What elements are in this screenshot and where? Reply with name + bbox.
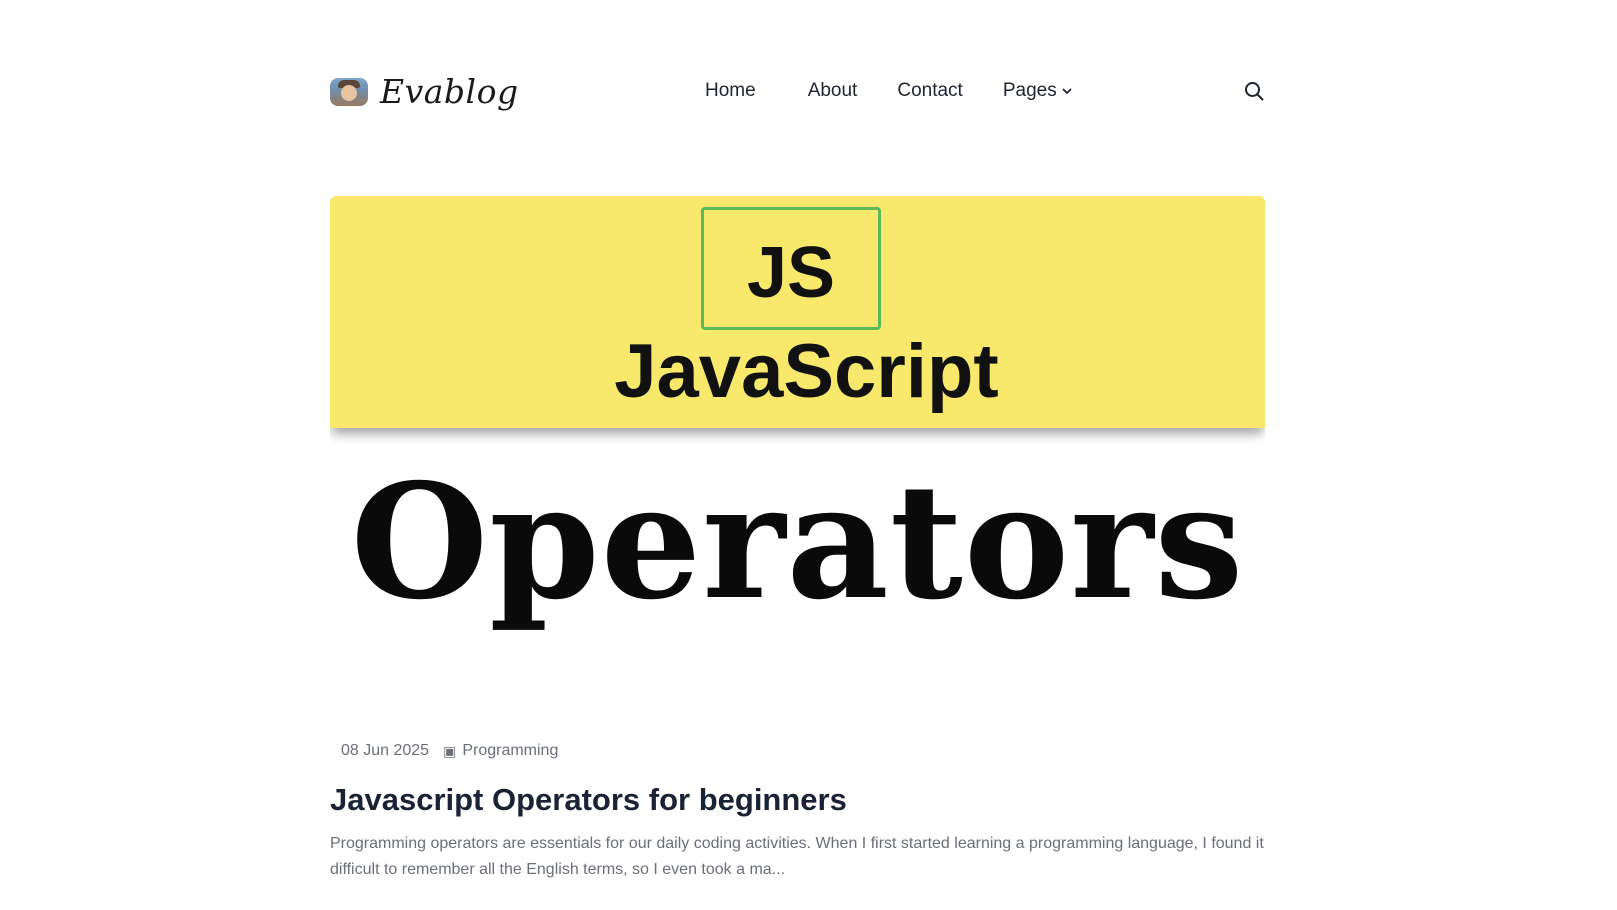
chevron-down-icon bbox=[1062, 88, 1072, 94]
post-title[interactable]: Javascript Operators for beginners bbox=[330, 782, 847, 818]
js-badge-text: JS bbox=[746, 232, 836, 313]
hero-banner: JS JavaScript bbox=[330, 196, 1265, 428]
post-meta: 08 Jun 2025 ▣ Programming bbox=[341, 742, 558, 760]
nav-item-home[interactable]: Home bbox=[705, 80, 756, 102]
search-icon[interactable] bbox=[1243, 80, 1265, 102]
hero-title-operators: Operators bbox=[350, 450, 1245, 635]
post-excerpt: Programming operators are essentials for… bbox=[330, 835, 1264, 878]
nav-item-pages[interactable]: Pages bbox=[1003, 80, 1073, 102]
folder-icon: ▣ bbox=[443, 742, 457, 759]
js-badge: JS bbox=[701, 207, 881, 330]
site-name: Evablog bbox=[380, 72, 519, 111]
page: Evablog Home About Contact Pages JS Java… bbox=[0, 0, 1617, 910]
avatar-logo-icon bbox=[330, 77, 368, 106]
nav-item-pages-label: Pages bbox=[1002, 80, 1057, 101]
main-nav: Home About Contact Pages bbox=[705, 80, 1113, 102]
site-logo[interactable]: Evablog bbox=[330, 72, 519, 111]
nav-item-contact[interactable]: Contact bbox=[897, 80, 962, 102]
featured-image[interactable]: JS JavaScript Operators bbox=[330, 196, 1265, 684]
post-category[interactable]: Programming bbox=[462, 742, 558, 760]
nav-item-about[interactable]: About bbox=[808, 80, 858, 102]
post-date: 08 Jun 2025 bbox=[341, 742, 430, 759]
site-header: Evablog Home About Contact Pages bbox=[330, 62, 1265, 118]
hero-title-javascript: JavaScript bbox=[614, 329, 999, 414]
